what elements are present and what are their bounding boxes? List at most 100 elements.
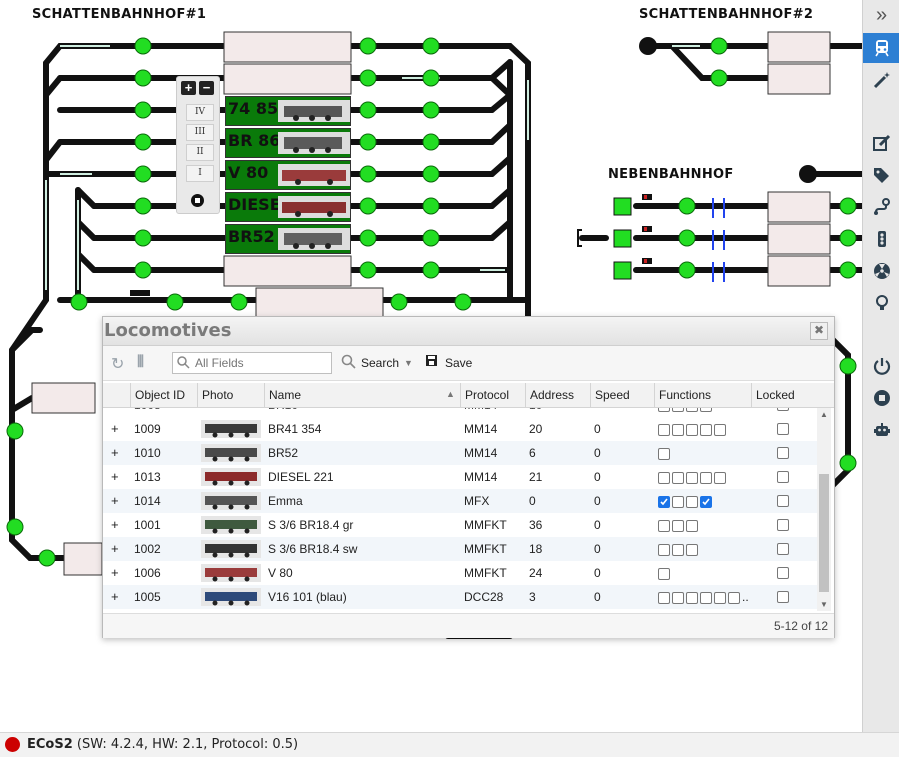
function-checkbox[interactable] (714, 471, 726, 484)
function-checkbox[interactable] (672, 471, 684, 484)
loco-tile[interactable]: 74 85 (225, 96, 351, 126)
search-button[interactable]: Search (361, 356, 399, 370)
table-row[interactable]: +1014 Emma MFX 0 0 (103, 489, 817, 513)
cell-functions[interactable] (654, 561, 751, 585)
table-row[interactable]: +1009 BR41 354 MM14 20 0 (103, 417, 817, 441)
column-header-locked[interactable]: Locked (751, 383, 817, 407)
loco-tile[interactable]: BR 86 (225, 128, 351, 158)
function-checkbox[interactable] (672, 591, 684, 604)
locked-checkbox[interactable] (777, 423, 789, 435)
function-checkbox[interactable] (686, 519, 698, 532)
expand-button[interactable]: + (107, 441, 127, 465)
loco-tile[interactable]: DIESE (225, 192, 351, 222)
function-checkbox[interactable] (686, 495, 698, 508)
robot-icon[interactable] (863, 415, 899, 445)
cell-functions[interactable] (654, 489, 751, 513)
expand-button[interactable]: + (107, 537, 127, 561)
table-row[interactable]: +1001 S 3/6 BR18.4 gr MMFKT 36 0 (103, 513, 817, 537)
locked-checkbox[interactable] (777, 591, 789, 603)
close-button[interactable]: ✖ (810, 322, 828, 340)
table-row[interactable]: +1010 BR52 MM14 6 0 (103, 441, 817, 465)
function-checkbox[interactable] (686, 543, 698, 556)
function-checkbox[interactable] (658, 519, 670, 532)
function-checkbox[interactable] (686, 591, 698, 604)
tags-icon[interactable] (863, 160, 899, 190)
expand-button[interactable]: + (107, 585, 127, 609)
function-checkbox[interactable] (686, 423, 698, 436)
column-header-object-id[interactable]: Object ID (130, 383, 197, 407)
table-row[interactable]: +1006 V 80 MMFKT 24 0 (103, 561, 817, 585)
table-row[interactable]: +1002 S 3/6 BR18.4 sw MMFKT 18 0 (103, 537, 817, 561)
zoom-in-button[interactable]: + (181, 81, 196, 95)
table-row[interactable]: +1013 DIESEL 221 MM14 21 0 (103, 465, 817, 489)
stop-icon[interactable] (863, 383, 899, 413)
table-row[interactable]: +1005 V16 101 (blau) DCC28 3 0.. (103, 585, 817, 609)
cell-functions[interactable] (654, 408, 751, 417)
column-header-name[interactable]: Name (264, 383, 460, 407)
function-checkbox[interactable] (714, 423, 726, 436)
level-button-i[interactable]: I (186, 165, 214, 182)
magic-wand-icon[interactable] (863, 65, 899, 95)
cell-functions[interactable] (654, 465, 751, 489)
function-checkbox[interactable] (658, 471, 670, 484)
scroll-down-icon[interactable]: ▼ (820, 600, 828, 609)
function-checkbox[interactable] (672, 519, 684, 532)
refresh-icon[interactable]: ↻ (111, 354, 124, 374)
locked-checkbox[interactable] (777, 519, 789, 531)
zoom-out-button[interactable]: − (199, 81, 214, 95)
loco-tile[interactable]: BR52 (225, 224, 351, 254)
function-checkbox[interactable] (672, 495, 684, 508)
locked-checkbox[interactable] (777, 543, 789, 555)
expand-button[interactable]: + (107, 465, 127, 489)
train-icon[interactable] (863, 33, 899, 63)
function-checkbox[interactable] (658, 591, 670, 604)
power-icon[interactable] (863, 351, 899, 381)
edit-icon[interactable] (863, 128, 899, 158)
function-checkbox[interactable] (700, 471, 712, 484)
function-checkbox-on[interactable] (700, 495, 712, 508)
radiation-icon[interactable] (863, 256, 899, 286)
collapse-button[interactable]: » (863, 0, 899, 30)
scrollbar-thumb[interactable] (819, 474, 829, 592)
columns-icon[interactable]: ⦀ (137, 354, 144, 372)
locked-checkbox[interactable] (777, 471, 789, 483)
bulb-icon[interactable] (863, 288, 899, 318)
level-button-iv[interactable]: IV (186, 104, 214, 121)
function-checkbox[interactable] (672, 423, 684, 436)
locked-checkbox[interactable] (777, 567, 789, 579)
cell-functions[interactable] (654, 537, 751, 561)
expand-button[interactable]: + (107, 417, 127, 441)
column-header-photo[interactable]: Photo (197, 383, 264, 407)
function-checkbox[interactable] (672, 543, 684, 556)
route-icon[interactable] (863, 192, 899, 222)
locked-checkbox[interactable] (777, 447, 789, 459)
traffic-light-icon[interactable] (863, 224, 899, 254)
function-checkbox[interactable] (714, 591, 726, 604)
column-header-functions[interactable]: Functions (654, 383, 751, 407)
function-checkbox[interactable] (658, 423, 670, 436)
locked-checkbox[interactable] (777, 408, 789, 411)
level-button-ii[interactable]: II (186, 144, 214, 161)
window-titlebar[interactable]: Locomotives ✖ (103, 317, 834, 346)
cell-functions[interactable] (654, 513, 751, 537)
grid-body[interactable]: + 1008 BR10 MM14 10 +1009 BR41 354 MM14 20 0… (103, 408, 817, 611)
expand-button[interactable]: + (107, 489, 127, 513)
cell-functions[interactable] (654, 417, 751, 441)
vertical-scrollbar[interactable]: ▲ ▼ (817, 408, 831, 611)
column-header-protocol[interactable]: Protocol (460, 383, 525, 407)
chevron-down-icon[interactable]: ▼ (404, 358, 413, 368)
cell-functions[interactable] (654, 441, 751, 465)
function-checkbox[interactable] (658, 447, 670, 460)
locked-checkbox[interactable] (777, 495, 789, 507)
expand-button[interactable]: + (107, 513, 127, 537)
scroll-up-icon[interactable]: ▲ (820, 410, 828, 419)
function-checkbox[interactable] (658, 567, 670, 580)
function-checkbox[interactable] (728, 591, 740, 604)
function-checkbox-on[interactable] (658, 495, 670, 508)
stop-icon[interactable] (191, 194, 204, 207)
function-checkbox[interactable] (686, 471, 698, 484)
column-header-speed[interactable]: Speed (590, 383, 654, 407)
loco-tile[interactable]: V 80 (225, 160, 351, 190)
level-button-iii[interactable]: III (186, 124, 214, 141)
search-input[interactable] (193, 354, 329, 372)
